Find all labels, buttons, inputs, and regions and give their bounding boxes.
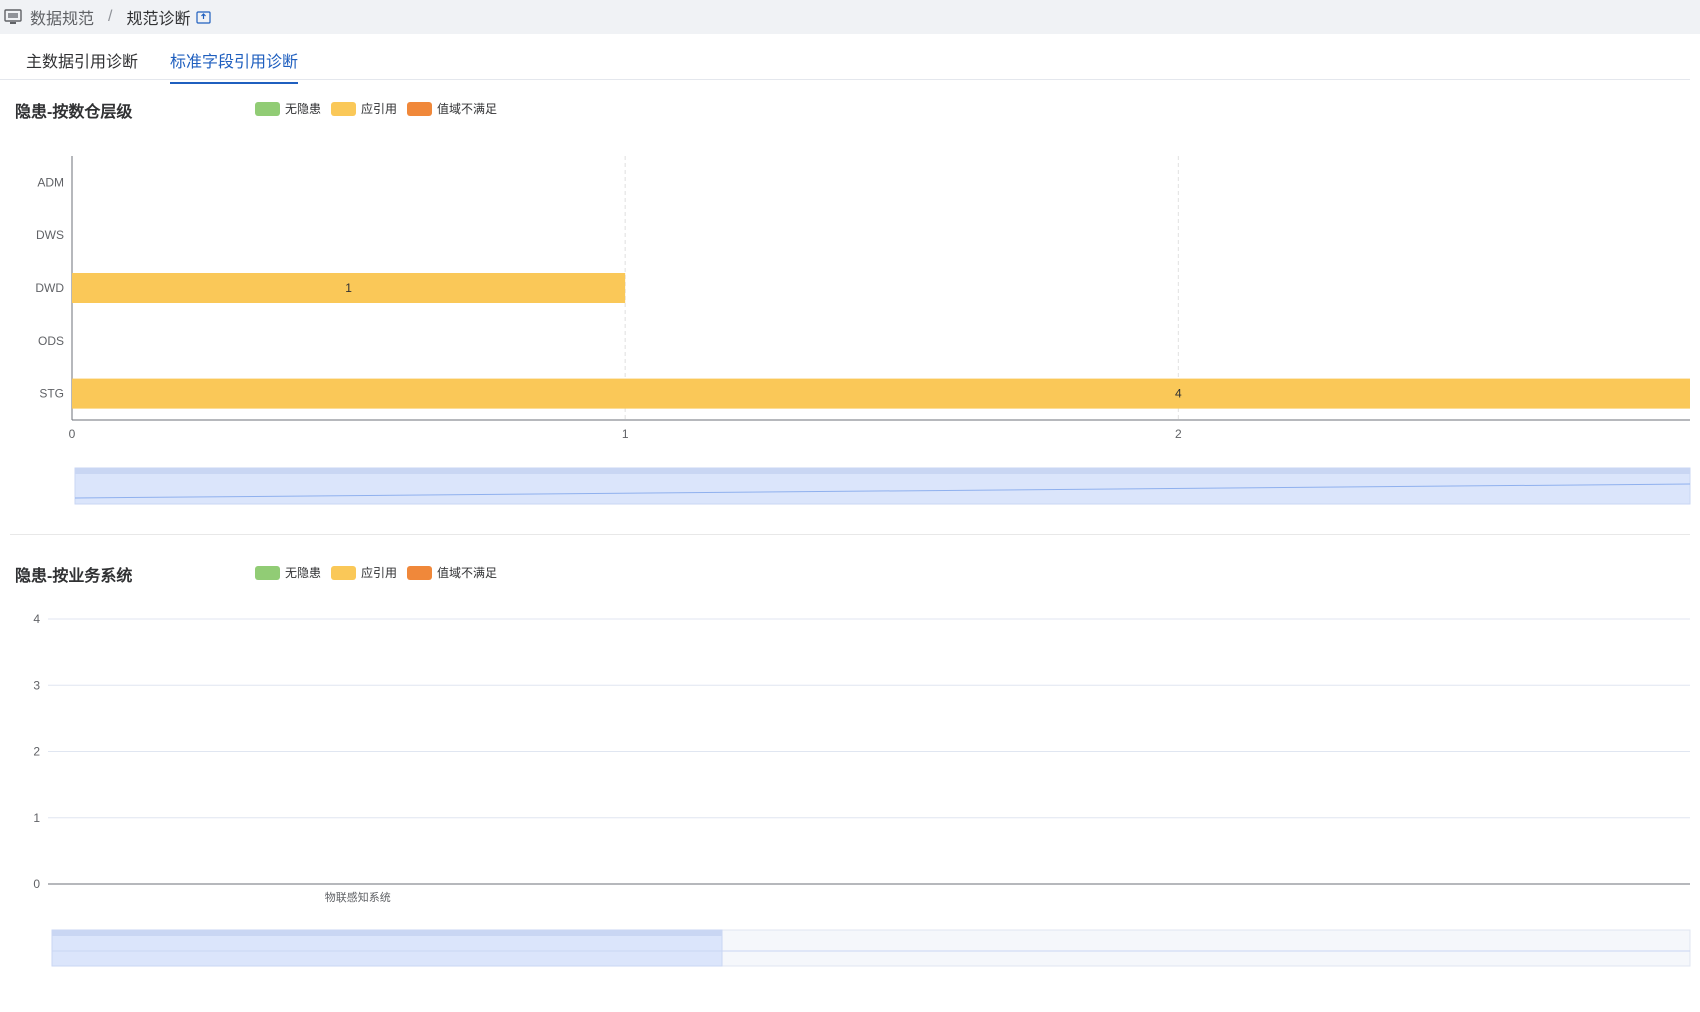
legend-item-no-risk[interactable]: 无隐患 [255,564,321,581]
legend-swatch [331,101,357,116]
legend-item-domain-unmet[interactable]: 值域不满足 [407,100,497,117]
zoom-slider-handle-bar [52,930,722,936]
legend-swatch [407,565,433,580]
chart-business-system: 0 1 2 3 4 物联感知系统 [33,612,1691,967]
x-tick-label: 2 [1175,427,1182,441]
y-tick-label: 4 [33,612,40,626]
legend-label: 应引用 [361,102,398,116]
chart-title-business-system: 隐患-按业务系统 [15,568,133,585]
y-tick-label: ODS [38,334,64,348]
legend-swatch [407,101,433,116]
tab-bar: 主数据引用诊断 标准字段引用诊断 [0,34,1690,84]
breadcrumb-parent[interactable]: 数据规范 [30,5,94,29]
x-tick-label: 1 [622,427,629,441]
monitor-icon [4,9,22,25]
y-tick-label: 2 [33,745,40,759]
chart-title-warehouse-layer: 隐患-按数仓层级 [15,104,133,121]
legend-swatch [255,101,280,116]
legend-item-no-risk[interactable]: 无隐患 [255,100,321,117]
legend-label: 无隐患 [285,102,322,116]
legend-swatch [331,565,357,580]
zoom-slider-handle-bar [75,468,1690,474]
legend-item-should-ref[interactable]: 应引用 [331,564,397,581]
y-tick-label: 1 [33,811,40,825]
legend-swatch [255,565,280,580]
legend-label: 值域不满足 [437,102,498,116]
legend-label: 无隐患 [285,566,322,580]
tab-master-data-diagnosis[interactable]: 主数据引用诊断 [26,48,138,82]
external-link-icon[interactable] [196,10,212,24]
data-label: 4 [1175,387,1182,401]
x-tick-label: 0 [69,427,76,441]
chart-legend-2: 无隐患 应引用 值域不满足 [255,564,507,581]
data-label: 1 [345,281,352,295]
tab-standard-field-diagnosis[interactable]: 标准字段引用诊断 [170,48,299,84]
chart-legend-1: 无隐患 应引用 值域不满足 [255,100,507,117]
legend-item-should-ref[interactable]: 应引用 [331,100,397,117]
breadcrumb-current: 规范诊断 [126,11,191,28]
y-tick-label: STG [39,387,64,401]
breadcrumb: 数据规范 / 规范诊断 [0,0,1700,34]
legend-item-domain-unmet[interactable]: 值域不满足 [407,564,497,581]
y-tick-label: 3 [33,678,40,692]
y-tick-label: 0 [33,877,40,891]
section-divider [10,534,1690,535]
y-tick-label: DWS [36,228,64,242]
x-tick-label: 物联感知系统 [325,890,391,904]
legend-label: 应引用 [361,566,398,580]
bar-stg [72,378,1690,409]
breadcrumb-separator: / [108,8,113,25]
legend-label: 值域不满足 [437,566,498,580]
y-tick-label: DWD [35,281,64,295]
y-tick-label: ADM [37,175,64,189]
chart-warehouse-layer: 0 1 2 ADM DWS DWD ODS STG 1 4 [35,156,1691,505]
